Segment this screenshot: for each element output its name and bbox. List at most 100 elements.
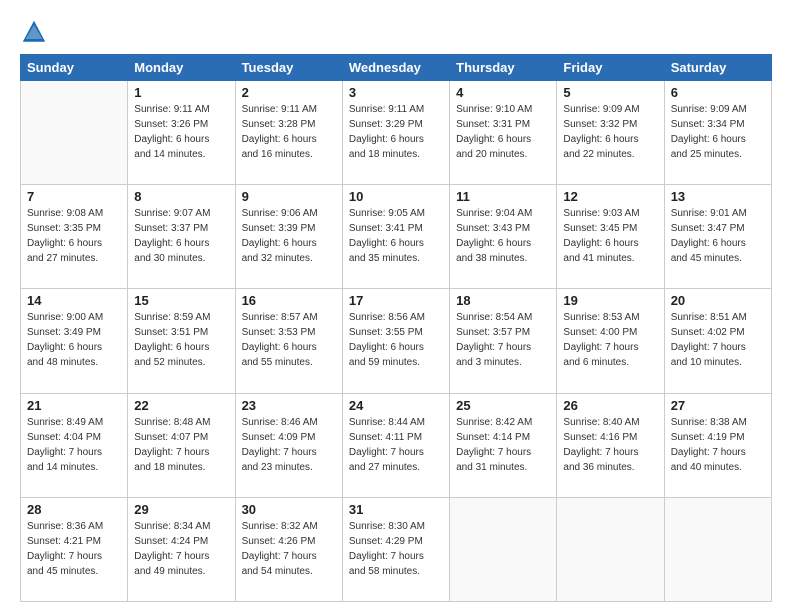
day-info: Sunrise: 8:49 AM Sunset: 4:04 PM Dayligh… (27, 415, 121, 475)
header (20, 18, 772, 46)
day-cell: 11Sunrise: 9:04 AM Sunset: 3:43 PM Dayli… (450, 185, 557, 289)
day-number: 20 (671, 293, 765, 308)
day-cell: 29 Sunrise: 8:34 AM Sunset: 4:24 PM Dayli… (128, 497, 235, 601)
day-cell: 16 Sunrise: 8:57 AM Sunset: 3:53 PM Dayli… (235, 289, 342, 393)
day-cell: 23 Sunrise: 8:46 AM Sunset: 4:09 PM Dayli… (235, 393, 342, 497)
day-number: 15 (134, 293, 228, 308)
weekday-header-sunday: Sunday (21, 55, 128, 81)
weekday-header-thursday: Thursday (450, 55, 557, 81)
day-info: Sunrise: 9:11 AM Sunset: 3:29 PM Dayligh… (349, 102, 443, 162)
weekday-header-tuesday: Tuesday (235, 55, 342, 81)
day-info: Sunrise: 8:48 AM Sunset: 4:07 PM Dayligh… (134, 415, 228, 475)
day-cell: 22 Sunrise: 8:48 AM Sunset: 4:07 PM Dayli… (128, 393, 235, 497)
day-info: Sunrise: 8:46 AM Sunset: 4:09 PM Dayligh… (242, 415, 336, 475)
day-info: Sunrise: 8:57 AM Sunset: 3:53 PM Dayligh… (242, 310, 336, 370)
day-cell: 2Sunrise: 9:11 AM Sunset: 3:28 PM Daylig… (235, 81, 342, 185)
day-number: 10 (349, 189, 443, 204)
day-info: Sunrise: 9:08 AM Sunset: 3:35 PM Dayligh… (27, 206, 121, 266)
day-info: Sunrise: 9:07 AM Sunset: 3:37 PM Dayligh… (134, 206, 228, 266)
day-info: Sunrise: 8:51 AM Sunset: 4:02 PM Dayligh… (671, 310, 765, 370)
calendar: SundayMondayTuesdayWednesdayThursdayFrid… (20, 54, 772, 602)
day-cell: 30 Sunrise: 8:32 AM Sunset: 4:26 PM Dayli… (235, 497, 342, 601)
day-number: 18 (456, 293, 550, 308)
day-number: 2 (242, 85, 336, 100)
day-info: Sunrise: 8:32 AM Sunset: 4:26 PM Dayligh… (242, 519, 336, 579)
day-cell (664, 497, 771, 601)
day-cell: 5 Sunrise: 9:09 AM Sunset: 3:32 PM Daylig… (557, 81, 664, 185)
day-cell: 26 Sunrise: 8:40 AM Sunset: 4:16 PM Dayli… (557, 393, 664, 497)
day-number: 3 (349, 85, 443, 100)
day-info: Sunrise: 9:01 AM Sunset: 3:47 PM Dayligh… (671, 206, 765, 266)
day-cell: 9Sunrise: 9:06 AM Sunset: 3:39 PM Daylig… (235, 185, 342, 289)
day-info: Sunrise: 9:00 AM Sunset: 3:49 PM Dayligh… (27, 310, 121, 370)
weekday-header-saturday: Saturday (664, 55, 771, 81)
day-cell: 7 Sunrise: 9:08 AM Sunset: 3:35 PM Daylig… (21, 185, 128, 289)
day-number: 12 (563, 189, 657, 204)
day-number: 26 (563, 398, 657, 413)
day-info: Sunrise: 8:34 AM Sunset: 4:24 PM Dayligh… (134, 519, 228, 579)
weekday-header-wednesday: Wednesday (342, 55, 449, 81)
day-cell: 4 Sunrise: 9:10 AM Sunset: 3:31 PM Daylig… (450, 81, 557, 185)
day-cell: 28 Sunrise: 8:36 AM Sunset: 4:21 PM Dayli… (21, 497, 128, 601)
week-row-1: 1 Sunrise: 9:11 AM Sunset: 3:26 PM Daylig… (21, 81, 772, 185)
day-number: 22 (134, 398, 228, 413)
day-info: Sunrise: 8:40 AM Sunset: 4:16 PM Dayligh… (563, 415, 657, 475)
day-number: 30 (242, 502, 336, 517)
day-number: 13 (671, 189, 765, 204)
day-number: 23 (242, 398, 336, 413)
day-number: 16 (242, 293, 336, 308)
day-info: Sunrise: 8:54 AM Sunset: 3:57 PM Dayligh… (456, 310, 550, 370)
day-cell: 18 Sunrise: 8:54 AM Sunset: 3:57 PM Dayli… (450, 289, 557, 393)
day-number: 17 (349, 293, 443, 308)
day-info: Sunrise: 8:53 AM Sunset: 4:00 PM Dayligh… (563, 310, 657, 370)
day-number: 5 (563, 85, 657, 100)
day-cell: 27 Sunrise: 8:38 AM Sunset: 4:19 PM Dayli… (664, 393, 771, 497)
day-info: Sunrise: 8:59 AM Sunset: 3:51 PM Dayligh… (134, 310, 228, 370)
day-number: 25 (456, 398, 550, 413)
day-cell: 20 Sunrise: 8:51 AM Sunset: 4:02 PM Dayli… (664, 289, 771, 393)
day-cell: 12 Sunrise: 9:03 AM Sunset: 3:45 PM Dayli… (557, 185, 664, 289)
week-row-4: 21Sunrise: 8:49 AM Sunset: 4:04 PM Dayli… (21, 393, 772, 497)
day-number: 7 (27, 189, 121, 204)
day-number: 1 (134, 85, 228, 100)
day-cell: 31Sunrise: 8:30 AM Sunset: 4:29 PM Dayli… (342, 497, 449, 601)
day-number: 31 (349, 502, 443, 517)
day-info: Sunrise: 8:36 AM Sunset: 4:21 PM Dayligh… (27, 519, 121, 579)
day-number: 8 (134, 189, 228, 204)
day-cell: 13 Sunrise: 9:01 AM Sunset: 3:47 PM Dayli… (664, 185, 771, 289)
day-cell: 19Sunrise: 8:53 AM Sunset: 4:00 PM Dayli… (557, 289, 664, 393)
week-row-5: 28 Sunrise: 8:36 AM Sunset: 4:21 PM Dayli… (21, 497, 772, 601)
day-number: 27 (671, 398, 765, 413)
day-info: Sunrise: 8:56 AM Sunset: 3:55 PM Dayligh… (349, 310, 443, 370)
day-info: Sunrise: 8:42 AM Sunset: 4:14 PM Dayligh… (456, 415, 550, 475)
weekday-header-monday: Monday (128, 55, 235, 81)
day-cell: 25 Sunrise: 8:42 AM Sunset: 4:14 PM Dayli… (450, 393, 557, 497)
day-number: 9 (242, 189, 336, 204)
day-cell (450, 497, 557, 601)
day-cell: 1 Sunrise: 9:11 AM Sunset: 3:26 PM Daylig… (128, 81, 235, 185)
day-info: Sunrise: 8:44 AM Sunset: 4:11 PM Dayligh… (349, 415, 443, 475)
day-info: Sunrise: 9:11 AM Sunset: 3:26 PM Dayligh… (134, 102, 228, 162)
day-info: Sunrise: 9:04 AM Sunset: 3:43 PM Dayligh… (456, 206, 550, 266)
logo-icon (20, 18, 48, 46)
day-cell: 8 Sunrise: 9:07 AM Sunset: 3:37 PM Daylig… (128, 185, 235, 289)
day-number: 24 (349, 398, 443, 413)
day-number: 6 (671, 85, 765, 100)
day-cell: 6 Sunrise: 9:09 AM Sunset: 3:34 PM Daylig… (664, 81, 771, 185)
page: SundayMondayTuesdayWednesdayThursdayFrid… (0, 0, 792, 612)
day-info: Sunrise: 8:38 AM Sunset: 4:19 PM Dayligh… (671, 415, 765, 475)
week-row-2: 7 Sunrise: 9:08 AM Sunset: 3:35 PM Daylig… (21, 185, 772, 289)
day-info: Sunrise: 9:09 AM Sunset: 3:32 PM Dayligh… (563, 102, 657, 162)
day-info: Sunrise: 9:05 AM Sunset: 3:41 PM Dayligh… (349, 206, 443, 266)
day-cell: 15 Sunrise: 8:59 AM Sunset: 3:51 PM Dayli… (128, 289, 235, 393)
day-number: 4 (456, 85, 550, 100)
day-info: Sunrise: 9:10 AM Sunset: 3:31 PM Dayligh… (456, 102, 550, 162)
week-row-3: 14Sunrise: 9:00 AM Sunset: 3:49 PM Dayli… (21, 289, 772, 393)
day-cell: 17 Sunrise: 8:56 AM Sunset: 3:55 PM Dayli… (342, 289, 449, 393)
day-number: 28 (27, 502, 121, 517)
day-info: Sunrise: 9:09 AM Sunset: 3:34 PM Dayligh… (671, 102, 765, 162)
day-cell (557, 497, 664, 601)
day-info: Sunrise: 9:03 AM Sunset: 3:45 PM Dayligh… (563, 206, 657, 266)
day-number: 29 (134, 502, 228, 517)
logo (20, 18, 52, 46)
